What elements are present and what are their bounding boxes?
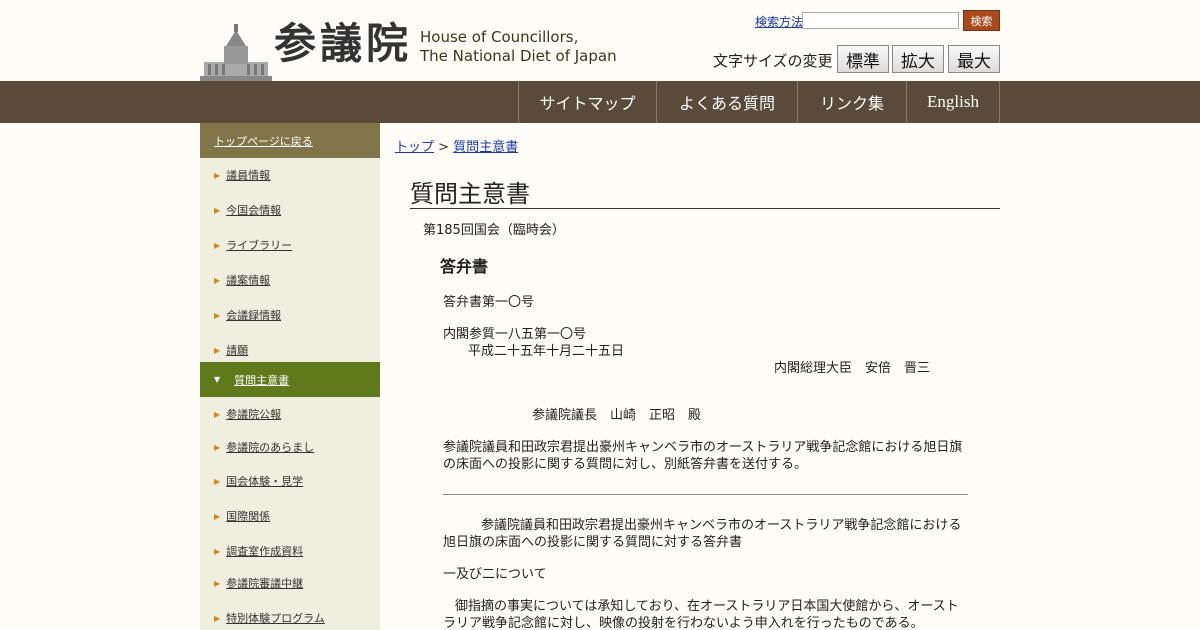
sidebar-item-label: 国会体験・見学 xyxy=(226,475,304,488)
answer-number: 答弁書第一〇号 xyxy=(443,295,535,310)
site-header: 参議院 House of Councillors, The National D… xyxy=(0,0,1200,81)
sidebar-item-program[interactable]: ▶ 特別体験プログラム xyxy=(200,608,380,628)
sidebar-item-international[interactable]: ▶ 国際関係 xyxy=(200,506,380,526)
sidebar-item-label: 特別体験プログラム xyxy=(226,612,325,625)
sidebar-item-petitions[interactable]: ▶ 請願 xyxy=(200,340,380,360)
search-help-link[interactable]: 検索方法 xyxy=(755,13,803,30)
sidebar-item-label: 質問主意書 xyxy=(234,373,290,387)
sidebar-item-label: ライブラリー xyxy=(226,239,293,252)
arrow-icon: ▶ xyxy=(214,546,221,556)
sidebar-item-label: 今国会情報 xyxy=(226,204,282,217)
diet-building-icon xyxy=(200,24,272,81)
sender: 内閣総理大臣 安倍 晋三 xyxy=(774,361,931,376)
breadcrumb-home[interactable]: トップ xyxy=(395,140,434,155)
answer-body-line2: ラリア戦争記念館に対し、映像の投射を行わないよう申入れを行ったものである。 xyxy=(443,616,924,630)
sidebar-item-broadcast[interactable]: ▶ 参議院審議中継 xyxy=(200,573,380,593)
sidebar-item-label: 請願 xyxy=(226,344,249,357)
sidebar-item-minutes[interactable]: ▶ 会議録情報 xyxy=(200,305,380,325)
sidebar-back-to-top-label: トップページに戻る xyxy=(214,134,313,148)
answer-title-line1: 参議院議員和田政宗君提出豪州キャンベラ市のオーストラリア戦争記念館における xyxy=(481,518,962,533)
arrow-icon: ▶ xyxy=(214,310,221,320)
arrow-icon: ▶ xyxy=(214,578,221,588)
sidebar-item-label: 参議院公報 xyxy=(226,408,282,421)
sidebar-item-bulletin[interactable]: ▶ 参議院公報 xyxy=(200,404,380,424)
fontsize-standard-button[interactable]: 標準 xyxy=(837,45,889,73)
recipient: 参議院議長 山崎 正昭 殿 xyxy=(532,408,702,423)
arrow-icon: ▶ xyxy=(214,409,221,419)
sidebar-item-label: 国際関係 xyxy=(226,510,271,523)
sidebar-item-label: 会議録情報 xyxy=(226,309,282,322)
answer-title-line2: 旭日旗の床面への投影に関する質問に対する答弁書 xyxy=(443,535,743,550)
fontsize-large-button[interactable]: 拡大 xyxy=(892,45,944,73)
breadcrumb-current[interactable]: 質問主意書 xyxy=(453,140,518,155)
fontsize-label: 文字サイズの変更 xyxy=(713,52,833,70)
search-button[interactable]: 検索 xyxy=(963,10,1000,31)
arrow-icon: ▶ xyxy=(214,476,221,486)
answer-heading: 答弁書 xyxy=(440,257,489,276)
global-nav: サイトマップ よくある質問 リンク集 English xyxy=(0,81,1200,123)
nav-sitemap[interactable]: サイトマップ xyxy=(518,81,656,123)
reference-number: 内閣参質一八五第一〇号 xyxy=(443,327,587,342)
sidebar-item-library[interactable]: ▶ ライブラリー xyxy=(200,235,380,255)
search-input[interactable] xyxy=(802,12,959,29)
arrow-icon: ▶ xyxy=(214,240,221,250)
sidebar-back-to-top[interactable]: トップページに戻る xyxy=(200,123,380,158)
breadcrumb: トップ > 質問主意書 xyxy=(395,136,518,155)
nav-links[interactable]: リンク集 xyxy=(797,81,906,123)
arrow-icon: ▶ xyxy=(214,205,221,215)
answer-body-line1: 御指摘の事実については承知しており、在オーストラリア日本国大使館から、オースト xyxy=(455,599,959,614)
answer-date: 平成二十五年十月二十五日 xyxy=(468,344,625,359)
sidebar-item-label: 参議院のあらまし xyxy=(226,441,315,454)
arrow-icon: ▶ xyxy=(214,613,221,623)
arrow-icon: ▶ xyxy=(214,442,221,452)
session-label: 第185回国会（臨時会） xyxy=(423,223,565,238)
nav-english[interactable]: English xyxy=(906,81,1000,123)
arrow-down-icon: ▼ xyxy=(214,375,221,384)
logo-en-line2: The National Diet of Japan xyxy=(420,47,617,65)
nav-faq[interactable]: よくある質問 xyxy=(656,81,797,123)
sidebar-item-label: 議案情報 xyxy=(226,274,271,287)
sidebar-item-label: 参議院審議中継 xyxy=(226,577,304,590)
fontsize-largest-button[interactable]: 最大 xyxy=(948,45,1000,73)
sidebar-item-questions-active[interactable]: ▼ 質問主意書 xyxy=(200,362,380,397)
site-logo-kanji[interactable]: 参議院 xyxy=(274,18,412,70)
cover-text-line1: 参議院議員和田政宗君提出豪州キャンベラ市のオーストラリア戦争記念館における旭日旗 xyxy=(443,440,963,455)
divider xyxy=(443,494,968,495)
cover-text-line2: の床面への投影に関する質問に対し、別紙答弁書を送付する。 xyxy=(443,457,808,472)
site-logo-english[interactable]: House of Councillors, The National Diet … xyxy=(420,28,617,66)
arrow-icon: ▶ xyxy=(214,511,221,521)
sidebar-item-label: 議員情報 xyxy=(226,169,271,182)
sidebar: トップページに戻る ▶ 議員情報 ▶ 今国会情報 ▶ ライブラリー ▶ 議案情報 ▶ 会議… xyxy=(200,123,380,630)
breadcrumb-separator: > xyxy=(438,140,450,155)
arrow-icon: ▶ xyxy=(214,170,221,180)
sidebar-item-overview[interactable]: ▶ 参議院のあらまし xyxy=(200,437,380,457)
sidebar-item-visit[interactable]: ▶ 国会体験・見学 xyxy=(200,471,380,491)
arrow-icon: ▶ xyxy=(214,275,221,285)
logo-en-line1: House of Councillors, xyxy=(420,28,579,46)
sidebar-item-research[interactable]: ▶ 調査室作成資料 xyxy=(200,541,380,561)
arrow-icon: ▶ xyxy=(214,345,221,355)
sidebar-item-current-session[interactable]: ▶ 今国会情報 xyxy=(200,200,380,220)
sidebar-item-bills[interactable]: ▶ 議案情報 xyxy=(200,270,380,290)
page-title: 質問主意書 xyxy=(410,174,1000,209)
section-heading: 一及び二について xyxy=(443,567,547,582)
sidebar-item-label: 調査室作成資料 xyxy=(226,545,304,558)
sidebar-item-members[interactable]: ▶ 議員情報 xyxy=(200,165,380,185)
